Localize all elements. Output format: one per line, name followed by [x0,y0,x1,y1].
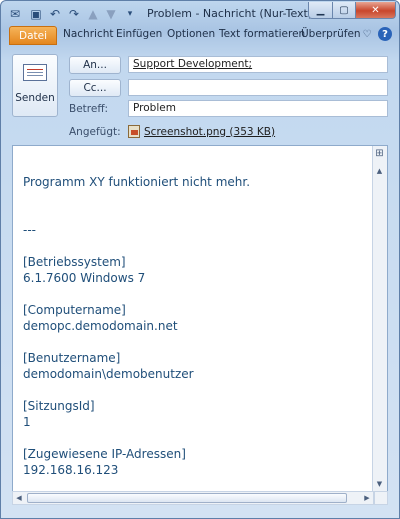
message-text: Programm XY funktioniert nicht mehr. --- [… [23,174,363,478]
scrollbar-corner [374,491,388,505]
message-line [23,206,363,222]
subject-field[interactable]: Problem [128,100,388,117]
redo-icon[interactable]: ↷ [66,6,82,22]
message-line: --- [23,223,36,237]
previous-item-icon[interactable]: ▲ [85,6,101,22]
message-line: demopc.demodomain.net [23,319,178,333]
tab-options[interactable]: Optionen [167,28,215,40]
attachment-name[interactable]: Screenshot.png (353 KB) [144,126,275,138]
tab-format-text[interactable]: Text formatieren [219,28,305,40]
maximize-icon: ▢ [339,4,349,16]
minimize-icon: ▁ [316,4,325,16]
scroll-down-icon[interactable]: ▼ [373,477,386,490]
recipient-support-development[interactable]: Support Development; [133,58,252,70]
message-line: 1 [23,415,31,429]
save-icon[interactable]: ▣ [28,6,44,22]
message-line [23,382,363,398]
subject-label: Betreff: [69,103,109,115]
undo-icon[interactable]: ↶ [47,6,63,22]
tab-insert[interactable]: Einfügen [116,28,162,40]
tab-file[interactable]: Datei [9,26,57,45]
scroll-right-icon[interactable]: ▶ [361,492,373,504]
message-line: Programm XY funktioniert nicht mehr. [23,175,251,189]
attached-label: Angefügt: [69,126,121,138]
message-line: [SitzungsId] [23,399,95,413]
customize-toolbar-icon[interactable]: ▾ [122,6,138,22]
message-line: 6.1.7600 Windows 7 [23,271,146,285]
scroll-left-icon[interactable]: ◀ [13,492,25,504]
message-body[interactable]: Programm XY funktioniert nicht mehr. --- [… [12,145,388,505]
cc-button[interactable]: Cc... [69,79,121,97]
message-line [23,238,363,254]
tab-message[interactable]: Nachricht [63,28,114,40]
window-title: Problem - Nachricht (Nur-Text) [147,7,313,20]
message-line [23,286,363,302]
send-button[interactable]: Senden [12,54,58,117]
vertical-scrollbar[interactable]: ⊞ ▲ ▼ [372,146,387,504]
minimize-ribbon-icon[interactable]: ♡ [360,27,374,41]
ruler-toggle-icon[interactable]: ⊞ [373,147,386,160]
image-file-icon [128,125,140,138]
maximize-button[interactable]: ▢ [332,2,356,19]
close-icon: ✕ [371,4,380,16]
help-icon[interactable]: ? [378,27,392,41]
message-line: 192.168.16.123 [23,463,119,477]
message-line [23,190,363,206]
to-button[interactable]: An... [69,56,121,74]
message-line: [Benutzername] [23,351,121,365]
close-button[interactable]: ✕ [355,2,396,19]
to-field[interactable]: Support Development; [128,56,388,73]
minimize-button[interactable]: ▁ [308,2,333,19]
send-icon [23,64,47,81]
outlook-app-icon[interactable]: ✉ [7,6,23,22]
next-item-icon[interactable]: ▼ [103,6,119,22]
message-line: demodomain\demobenutzer [23,367,194,381]
message-line: [Zugewiesene IP-Adressen] [23,447,186,461]
ribbon-tab-bar: Datei Nachricht Einfügen Optionen Text f… [6,25,396,45]
send-label: Senden [15,92,55,104]
horizontal-scroll-thumb[interactable] [27,493,347,503]
message-line: [Computername] [23,303,126,317]
horizontal-scrollbar[interactable]: ◀ ▶ [12,491,374,505]
message-line: [Betriebssystem] [23,255,126,269]
tab-review[interactable]: Überprüfen [301,28,361,40]
title-bar: ✉ ▣ ↶ ↷ ▲ ▼ ▾ Problem - Nachricht (Nur-T… [1,1,399,27]
attachment-item[interactable]: Screenshot.png (353 KB) [128,123,275,140]
scroll-up-icon[interactable]: ▲ [373,164,386,177]
message-line [23,334,363,350]
message-line [23,430,363,446]
outlook-message-window: ✉ ▣ ↶ ↷ ▲ ▼ ▾ Problem - Nachricht (Nur-T… [0,0,400,519]
cc-field[interactable] [128,79,388,96]
